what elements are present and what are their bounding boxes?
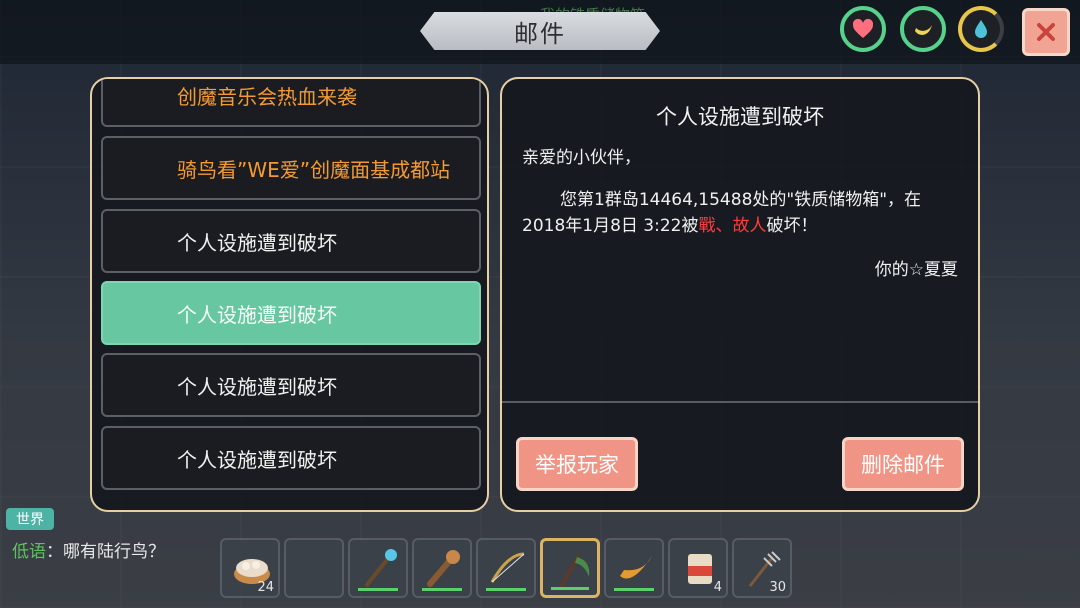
hotbar-slot-selected[interactable] <box>540 538 600 598</box>
item-count: 24 <box>257 580 274 595</box>
banana-icon <box>915 25 932 35</box>
chat-separator: ： <box>46 542 63 562</box>
mail-list-panel[interactable]: 创魔音乐会热血来袭 骑鸟看”WE爱”创魔面基成都站 个人设施遭到破坏 个人设施遭… <box>90 77 489 512</box>
mail-item-selected[interactable]: 个人设施遭到破坏 <box>101 281 481 345</box>
close-button[interactable] <box>1022 8 1070 56</box>
mail-item[interactable]: 骑鸟看”WE爱”创魔面基成都站 <box>101 136 481 200</box>
mail-item-title: 个人设施遭到破坏 <box>177 447 337 472</box>
hotbar-slot[interactable]: 30 <box>732 538 792 598</box>
mail-item-title: 创魔音乐会热血来袭 <box>177 84 357 109</box>
divider <box>502 401 978 403</box>
durability-bar <box>551 587 589 590</box>
mail-item-title: 个人设施遭到破坏 <box>177 230 337 255</box>
close-icon <box>1037 23 1055 41</box>
mail-signature: 你的☆夏夏 <box>874 260 958 280</box>
hotbar-slot[interactable]: 4 <box>668 538 728 598</box>
bow-icon <box>490 552 525 583</box>
mail-detail-panel: 个人设施遭到破坏 亲爱的小伙伴， 您第1群岛14464,15488处的"铁质储物… <box>500 77 980 512</box>
durability-bar <box>614 588 654 591</box>
durability-bar <box>422 588 462 591</box>
item-count: 30 <box>769 580 786 595</box>
attacker-name: 戰、故人 <box>698 216 767 236</box>
durability-bar <box>358 588 398 591</box>
mail-item[interactable]: 创魔音乐会热血来袭 <box>101 79 481 127</box>
chat-channel-label: 低语 <box>12 542 46 562</box>
hunger-indicator <box>900 6 946 52</box>
mail-item-title: 个人设施遭到破坏 <box>177 374 337 399</box>
crystal-staff-icon <box>364 549 397 588</box>
hotbar-slot-empty[interactable] <box>284 538 344 598</box>
hotbar-slot[interactable]: 24 <box>220 538 280 598</box>
bone-club-icon <box>427 550 460 587</box>
mail-greeting: 亲爱的小伙伴， <box>522 148 641 168</box>
mail-body: 您第1群岛14464,15488处的"铁质储物箱"，在2018年1月8日 3:2… <box>522 187 962 239</box>
mail-body-suffix: 破坏！ <box>766 216 818 236</box>
mail-item[interactable]: 个人设施遭到破坏 <box>101 426 481 490</box>
delete-mail-button[interactable]: 删除邮件 <box>842 437 964 491</box>
droplet-icon <box>975 20 987 38</box>
mail-item-title: 骑鸟看”WE爱”创魔面基成都站 <box>177 157 451 182</box>
hotbar-slot[interactable] <box>476 538 536 598</box>
scythe-icon <box>559 554 590 588</box>
mail-item-title: 个人设施遭到破坏 <box>177 302 337 327</box>
hotbar-slot[interactable] <box>348 538 408 598</box>
health-indicator <box>840 6 886 52</box>
mail-subject: 个人设施遭到破坏 <box>656 105 824 129</box>
mail-item[interactable]: 个人设施遭到破坏 <box>101 209 481 273</box>
report-player-button[interactable]: 举报玩家 <box>516 437 638 491</box>
hotbar-slot[interactable] <box>604 538 664 598</box>
thirst-indicator <box>958 6 1004 52</box>
page-title: 邮件 <box>514 19 566 48</box>
hotbar-slot[interactable] <box>412 538 472 598</box>
durability-bar <box>486 588 526 591</box>
chat-text: 哪有陆行鸟？ <box>63 542 165 562</box>
heart-icon <box>852 18 874 38</box>
item-count: 4 <box>713 580 722 595</box>
horn-icon <box>620 556 652 579</box>
chat-message: 低语：哪有陆行鸟？ <box>12 537 165 562</box>
chat-channel-tab[interactable]: 世界 <box>6 508 54 530</box>
mail-header: 邮件 <box>420 12 660 50</box>
mail-item[interactable]: 个人设施遭到破坏 <box>101 353 481 417</box>
